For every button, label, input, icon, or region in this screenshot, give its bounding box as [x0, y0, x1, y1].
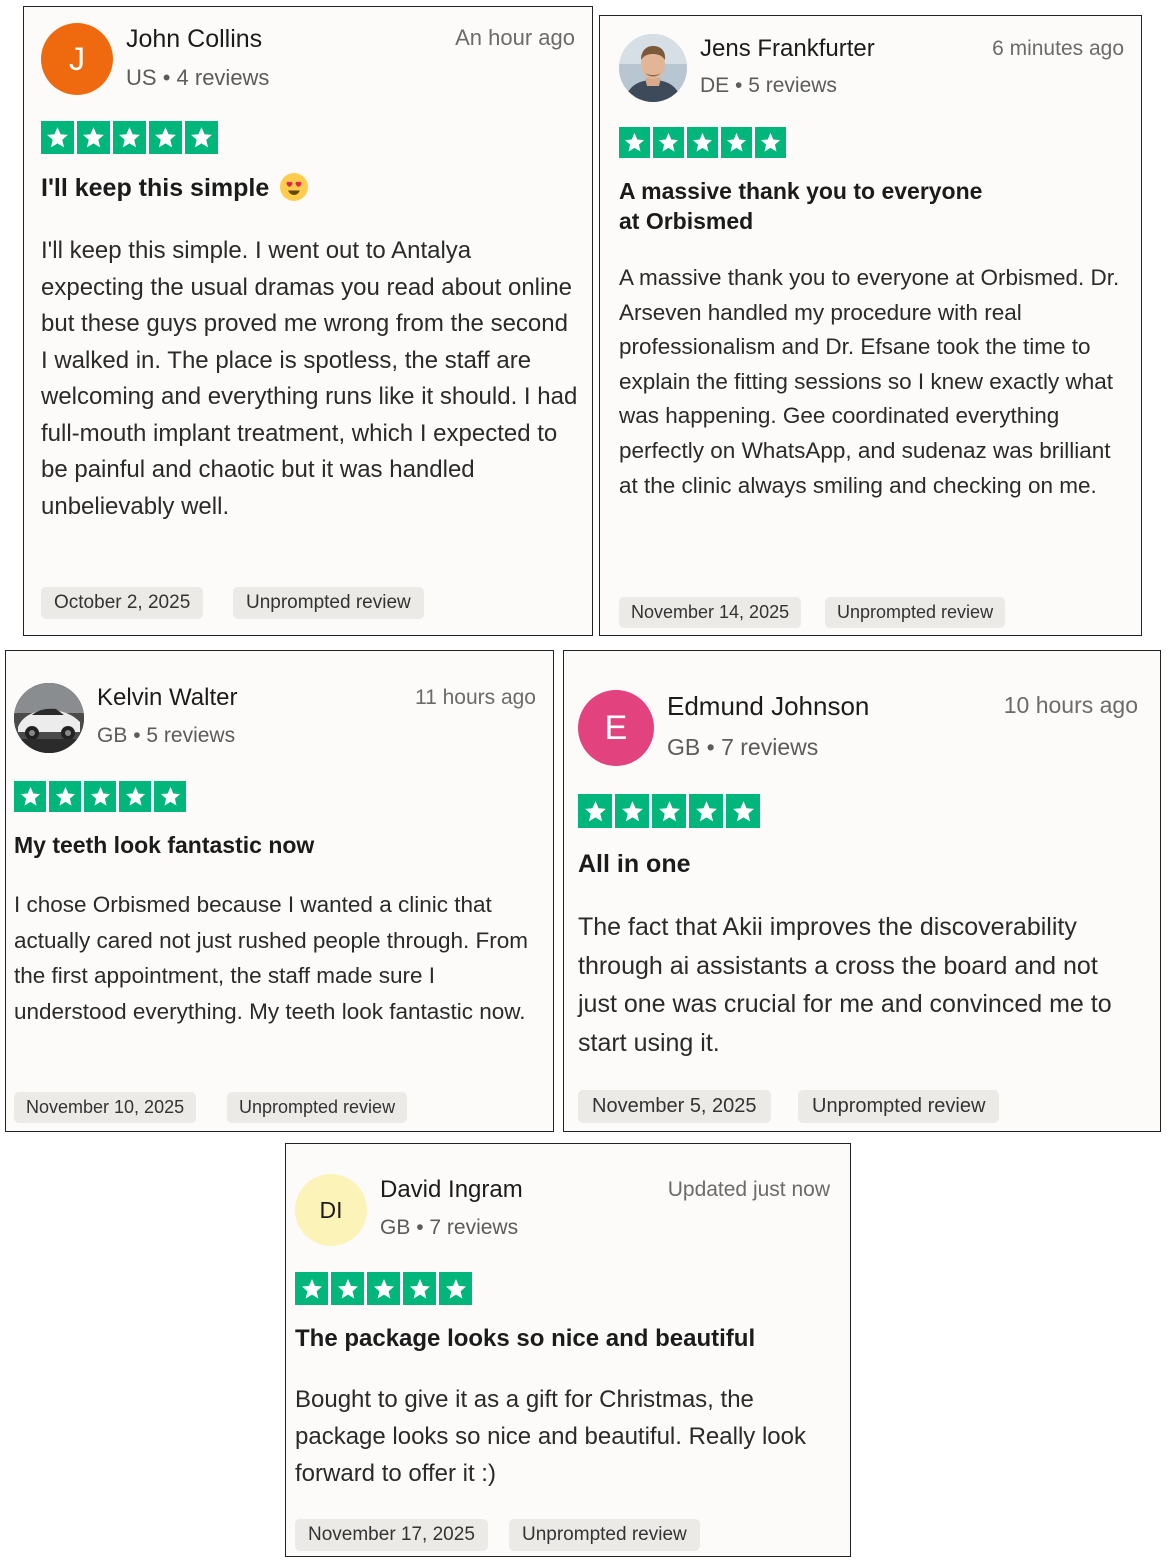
star-icon — [578, 794, 612, 828]
star-icon — [119, 781, 151, 812]
review-body: Bought to give it as a gift for Christma… — [295, 1386, 806, 1487]
unprompted-review-badge[interactable]: Unprompted review — [798, 1090, 1000, 1123]
star-icon — [84, 781, 116, 812]
review-card: DI David Ingram GB • 7 reviews Updated j… — [285, 1143, 851, 1557]
star-icon — [295, 1272, 328, 1305]
star-icon — [154, 781, 186, 812]
star-icon — [687, 127, 718, 158]
review-title-text: I'll keep this simple — [41, 174, 270, 202]
star-icon — [619, 127, 650, 158]
avatar[interactable] — [619, 34, 687, 102]
person-photo-icon — [619, 34, 687, 102]
star-icon — [721, 127, 752, 158]
review-time: An hour ago — [455, 25, 575, 50]
reviewer-review-count: 5 reviews — [146, 724, 236, 747]
review-body: I chose Orbismed because I wanted a clin… — [14, 892, 529, 1025]
review-card: J John Collins US • 4 reviews An hour ag… — [23, 6, 593, 636]
star-icon — [367, 1272, 400, 1305]
reviewer-review-count: 4 reviews — [176, 65, 270, 90]
reviewer-name[interactable]: Edmund Johnson — [667, 691, 869, 722]
reviewer-country: GB — [667, 734, 701, 760]
reviewer-meta: DE • 5 reviews — [700, 74, 837, 98]
review-card: Kelvin Walter GB • 5 reviews 11 hours ag… — [5, 650, 554, 1132]
review-date: November 5, 2025 — [578, 1090, 771, 1123]
reviewer-review-count: 7 reviews — [429, 1216, 519, 1239]
meta-separator: • — [162, 65, 171, 90]
review-body: The fact that Akii improves the discover… — [578, 913, 1112, 1057]
reviewer-meta: GB • 7 reviews — [380, 1216, 518, 1240]
reviewer-review-count: 7 reviews — [721, 734, 819, 760]
star-icon — [77, 121, 110, 154]
reviewer-meta: GB • 5 reviews — [97, 724, 235, 748]
unprompted-review-badge[interactable]: Unprompted review — [233, 587, 424, 619]
review-date: November 14, 2025 — [619, 597, 802, 628]
review-body: I'll keep this simple. I went out to Ant… — [41, 237, 578, 520]
review-time: 10 hours ago — [1003, 692, 1138, 718]
review-card: Jens Frankfurter DE • 5 reviews 6 minute… — [599, 15, 1142, 636]
star-icon — [615, 794, 649, 828]
meta-separator: • — [133, 724, 141, 747]
reviewer-country: DE — [700, 74, 730, 97]
car-photo-icon — [14, 683, 84, 753]
star-icon — [49, 781, 81, 812]
reviewer-country: US — [126, 65, 157, 90]
reviewer-name[interactable]: David Ingram — [380, 1176, 523, 1204]
star-icon — [14, 781, 46, 812]
star-icon — [439, 1272, 472, 1305]
star-icon — [403, 1272, 436, 1305]
unprompted-review-badge[interactable]: Unprompted review — [227, 1092, 408, 1123]
avatar[interactable] — [14, 683, 84, 753]
review-title[interactable]: All in one — [578, 849, 1138, 880]
avatar[interactable]: E — [578, 690, 654, 766]
reviewer-country: GB — [380, 1216, 411, 1239]
star-icon — [653, 127, 684, 158]
review-date: November 10, 2025 — [14, 1092, 197, 1123]
review-body: A massive thank you to everyone at Orbis… — [619, 265, 1120, 498]
star-icon — [689, 794, 723, 828]
avatar[interactable]: DI — [295, 1174, 367, 1246]
star-icon — [113, 121, 146, 154]
reviewer-name[interactable]: Kelvin Walter — [97, 684, 237, 712]
star-icon — [185, 121, 218, 154]
unprompted-review-badge[interactable]: Unprompted review — [825, 597, 1006, 628]
heart-eyes-emoji-icon — [280, 173, 309, 201]
review-title[interactable]: The package looks so nice and beautiful — [295, 1324, 835, 1354]
avatar-initials: J — [69, 40, 85, 77]
star-rating — [578, 794, 760, 828]
reviewer-meta: US • 4 reviews — [126, 65, 269, 91]
review-date: November 17, 2025 — [295, 1519, 488, 1551]
star-icon — [755, 127, 786, 158]
review-time: Updated just now — [667, 1178, 830, 1201]
review-title[interactable]: A massive thank you to everyone at Orbis… — [619, 176, 1009, 236]
meta-separator: • — [706, 734, 715, 760]
star-icon — [726, 794, 760, 828]
star-rating — [41, 121, 218, 154]
star-icon — [41, 121, 74, 154]
review-time: 6 minutes ago — [992, 37, 1124, 60]
meta-separator: • — [735, 74, 743, 97]
star-icon — [331, 1272, 364, 1305]
avatar-initials: E — [604, 708, 628, 747]
reviewer-country: GB — [97, 724, 128, 747]
reviewer-name[interactable]: John Collins — [126, 25, 262, 54]
review-time: 11 hours ago — [414, 686, 536, 709]
review-card: E Edmund Johnson GB • 7 reviews 10 hours… — [563, 650, 1161, 1132]
star-icon — [652, 794, 686, 828]
reviewer-review-count: 5 reviews — [748, 74, 837, 97]
review-title[interactable]: I'll keep this simple — [41, 173, 571, 204]
unprompted-review-badge[interactable]: Unprompted review — [509, 1519, 700, 1551]
review-date: October 2, 2025 — [41, 587, 204, 619]
avatar-initials: DI — [319, 1196, 343, 1223]
star-rating — [295, 1272, 472, 1305]
star-rating — [619, 127, 786, 158]
reviewer-name[interactable]: Jens Frankfurter — [700, 35, 875, 63]
star-rating — [14, 781, 186, 812]
meta-separator: • — [416, 1216, 424, 1239]
reviewer-meta: GB • 7 reviews — [667, 734, 818, 761]
star-icon — [149, 121, 182, 154]
review-title[interactable]: My teeth look fantastic now — [14, 831, 534, 860]
avatar[interactable]: J — [41, 23, 113, 95]
